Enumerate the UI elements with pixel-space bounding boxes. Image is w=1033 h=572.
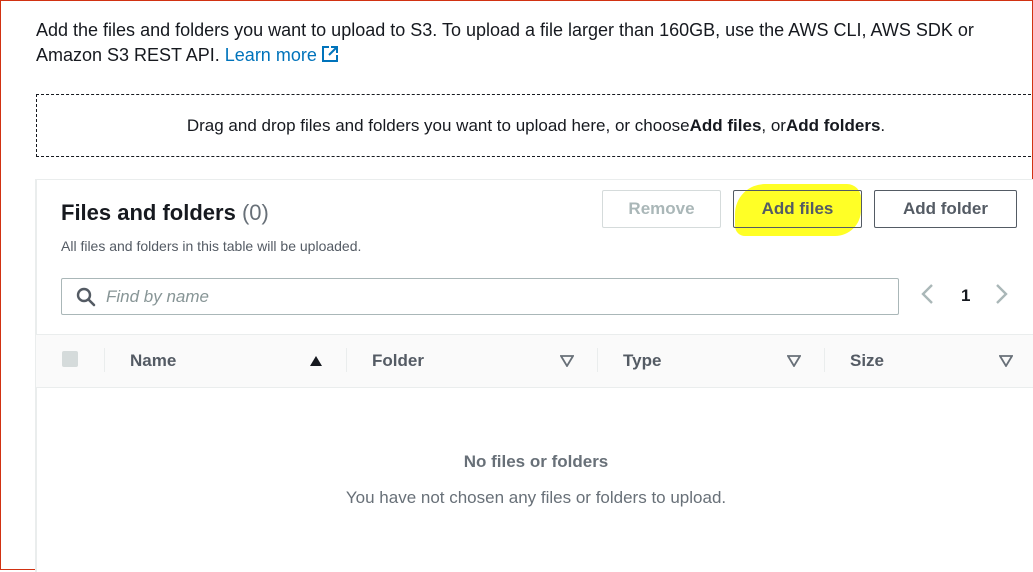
drop-zone[interactable]: Drag and drop files and folders you want… [36,94,1033,157]
dropzone-prefix: Drag and drop files and folders you want… [186,115,690,135]
column-divider [104,348,105,372]
add-folder-button[interactable]: Add folder [874,190,1017,228]
intro-text: Add the files and folders you want to up… [36,18,1031,70]
prev-page-button[interactable] [920,283,936,309]
select-all-checkbox[interactable] [62,351,78,367]
column-header-size[interactable]: Size [850,351,884,371]
add-files-button[interactable]: Add files [733,190,862,228]
dropzone-suffix: . [880,115,886,135]
intro-description: Add the files and folders you want to up… [36,20,974,65]
learn-more-link[interactable]: Learn more [225,45,339,65]
learn-more-label: Learn more [224,45,317,65]
column-divider [346,348,347,372]
next-page-button[interactable] [993,283,1009,309]
column-header-folder[interactable]: Folder [372,351,424,371]
sort-descending-icon[interactable] [559,354,575,372]
column-divider [597,348,598,372]
chevron-right-icon [993,283,1009,310]
external-link-icon [321,45,339,70]
column-header-type[interactable]: Type [623,351,661,371]
search-box [61,278,899,315]
panel-title-text: Files and folders [61,200,236,225]
empty-state-title: No files or folders [463,452,609,471]
file-count: (0) [241,200,269,225]
dropzone-add-folders: Add folders [785,115,881,135]
page-number[interactable]: 1 [961,286,970,306]
sort-ascending-icon[interactable] [309,354,323,372]
remove-button[interactable]: Remove [602,190,721,228]
dropzone-middle: , or [761,115,786,135]
search-input[interactable] [104,285,868,308]
panel-subtitle: All files and folders in this table will… [61,238,362,254]
empty-state-message: You have not chosen any files or folders… [345,488,727,507]
panel-title: Files and folders (0) [61,200,269,226]
search-icon [76,287,96,307]
dropzone-add-files: Add files [689,115,762,135]
chevron-left-icon [920,283,936,310]
column-divider [824,348,825,372]
sort-descending-icon[interactable] [786,354,802,372]
sort-descending-icon[interactable] [998,354,1014,372]
column-header-name[interactable]: Name [130,351,176,371]
